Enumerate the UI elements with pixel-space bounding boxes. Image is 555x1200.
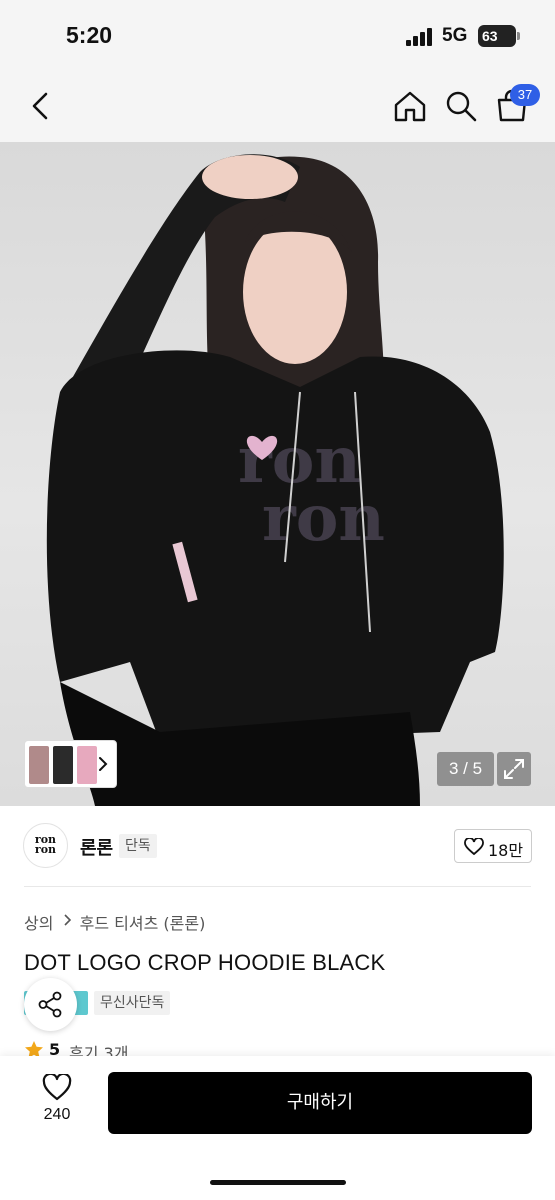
musinsa-exclusive-tag: 무신사단독	[94, 991, 171, 1015]
divider	[24, 886, 531, 887]
network-label: 5G	[442, 25, 468, 46]
home-icon[interactable]	[392, 88, 428, 124]
breadcrumb: 상의 후드 티셔츠 (론론)	[24, 910, 206, 934]
top-nav: 37	[0, 72, 555, 142]
share-button[interactable]	[24, 978, 77, 1031]
back-icon[interactable]	[24, 88, 60, 124]
model-photo: ron ron	[46, 154, 504, 806]
breadcrumb-subcategory[interactable]: 후드 티셔츠 (론론)	[80, 910, 206, 934]
expand-icon[interactable]	[497, 752, 531, 786]
wishlist-count: 240	[43, 1106, 71, 1123]
thumbnail[interactable]	[53, 746, 73, 784]
product-title: DOT LOGO CROP HOODIE BLACK	[24, 950, 386, 975]
status-time: 5:20	[66, 22, 113, 48]
heart-icon	[464, 838, 484, 856]
exclusive-badge: 단독	[119, 834, 157, 858]
chevron-right-icon	[63, 913, 71, 926]
thumbnail[interactable]	[77, 746, 97, 784]
gallery-thumbnails[interactable]	[24, 740, 117, 788]
search-icon[interactable]	[443, 88, 479, 124]
brand-logo-text: ron	[34, 843, 57, 856]
signal-icon	[406, 28, 434, 46]
svg-text:ron: ron	[262, 481, 385, 556]
heart-icon	[42, 1074, 72, 1101]
breadcrumb-category[interactable]: 상의	[24, 910, 53, 934]
brand-like-count: 18만	[488, 841, 524, 860]
wishlist-button[interactable]: 240	[26, 1074, 88, 1134]
product-image[interactable]: ron ron	[0, 142, 555, 806]
buy-button[interactable]: 구매하기	[108, 1072, 532, 1134]
share-icon	[38, 991, 62, 1018]
thumbnail[interactable]	[29, 746, 49, 784]
chevron-right-icon[interactable]	[96, 753, 110, 775]
status-bar: 5:20 5G 63	[0, 0, 555, 72]
brand-logo[interactable]: ron ron	[23, 823, 68, 868]
cart-count-badge: 37	[510, 84, 540, 106]
brand-like-button[interactable]: 18만	[454, 829, 532, 863]
brand-name[interactable]: 론론	[80, 834, 113, 860]
image-counter: 3 / 5	[437, 752, 494, 786]
bottom-action-bar: 240 구매하기	[0, 1056, 555, 1200]
battery-icon: 63	[478, 25, 520, 47]
home-indicator	[210, 1180, 346, 1185]
